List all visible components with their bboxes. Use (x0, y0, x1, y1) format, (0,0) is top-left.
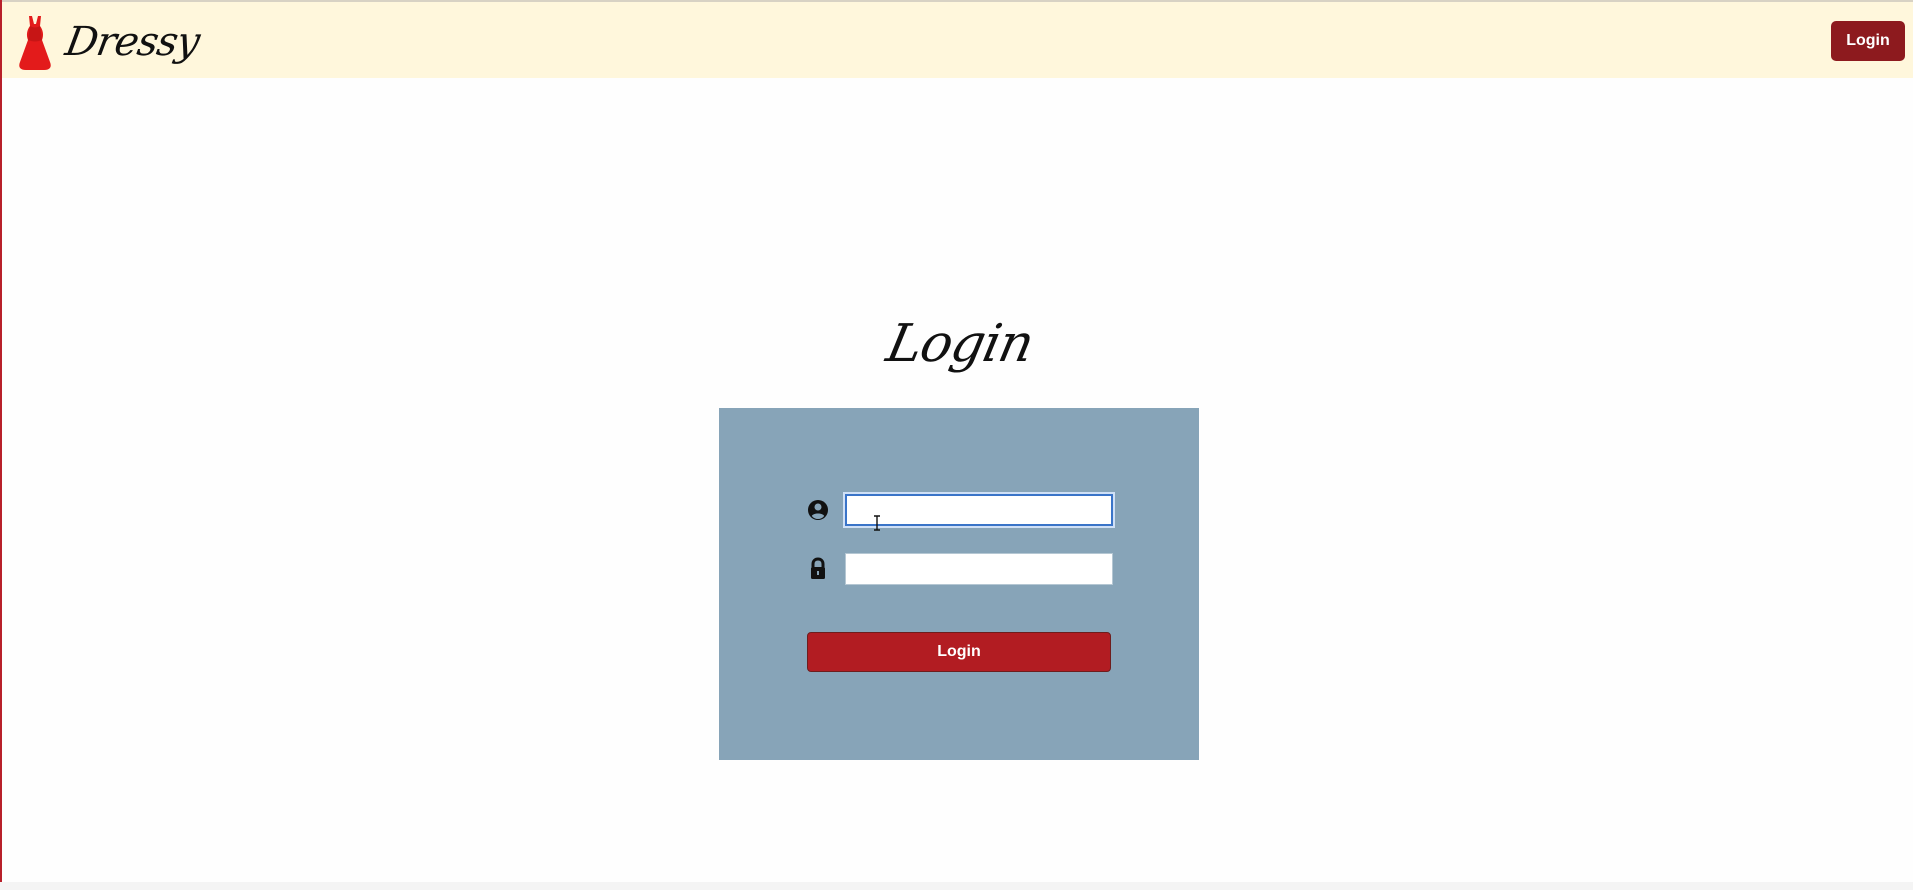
username-input[interactable] (845, 494, 1113, 526)
red-dress-icon (19, 16, 51, 70)
top-header: Dressy Login (2, 0, 1913, 78)
login-submit-button[interactable]: Login (807, 632, 1111, 672)
bottom-window-strip (0, 882, 1913, 890)
login-form-panel: Login (719, 408, 1199, 760)
brand-name: Dressy (61, 19, 203, 65)
brand-home-link[interactable]: Dressy (14, 12, 203, 72)
password-row (806, 553, 1113, 585)
lock-icon (806, 557, 830, 581)
header-login-button[interactable]: Login (1831, 21, 1905, 61)
login-page: Dressy Login Login Login (0, 0, 1913, 890)
username-row (806, 494, 1113, 526)
page-left-border (0, 0, 2, 882)
user-circle-icon (806, 498, 830, 522)
password-input[interactable] (845, 553, 1113, 585)
page-title: Login (881, 314, 1039, 374)
